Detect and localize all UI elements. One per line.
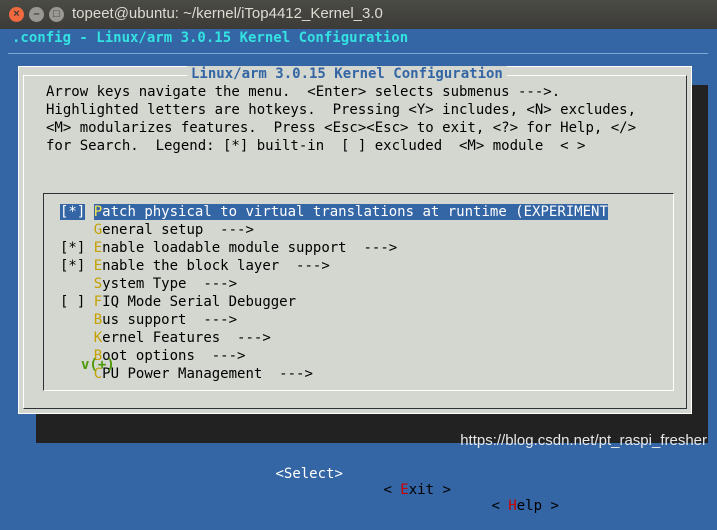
menu-item-label: FIQ Mode Serial Debugger: [94, 294, 296, 310]
menu-item-hotkey: P: [93, 204, 103, 220]
more-indicator: v(+): [81, 357, 115, 373]
button-bar: <Select> < Exit > < Help >: [19, 418, 559, 514]
menu-item-label: Boot options --->: [94, 348, 246, 364]
menu-item-gap: [85, 312, 93, 328]
menu-item[interactable]: [*] Patch physical to virtual translatio…: [60, 203, 608, 221]
menu-item-text: IQ Mode Serial Debugger: [102, 294, 297, 310]
help-line: <M> modularizes features. Press <Esc><Es…: [46, 120, 637, 136]
menu-item-hotkey: B: [93, 312, 103, 328]
menu-item-label: Enable the block layer --->: [94, 258, 330, 274]
menu-item-label: CPU Power Management --->: [94, 366, 313, 382]
help-line: Highlighted letters are hotkeys. Pressin…: [46, 102, 637, 118]
help-button[interactable]: < Help >: [424, 482, 559, 530]
menu-item[interactable]: Bus support --->: [60, 311, 237, 329]
help-button-hotkey: H: [508, 498, 517, 514]
menu-item-gap: [85, 258, 93, 274]
menu-item-text: nable loadable module support --->: [102, 240, 398, 256]
menu-item-text: atch physical to virtual translations at…: [102, 204, 608, 220]
menu-item-checkbox[interactable]: [ ]: [60, 294, 85, 310]
config-header: .config - Linux/arm 3.0.15 Kernel Config…: [12, 30, 409, 46]
menu-item[interactable]: [*] Enable loadable module support --->: [60, 239, 397, 257]
select-button-hotkey: S: [283, 466, 293, 482]
help-button-close: >: [542, 498, 559, 514]
help-line: Arrow keys navigate the menu. <Enter> se…: [46, 84, 561, 100]
menu-item-hotkey: S: [93, 276, 103, 292]
menu-item-hotkey: F: [93, 294, 103, 310]
menu-item-hotkey: E: [93, 258, 103, 274]
menu-item[interactable]: [ ] FIQ Mode Serial Debugger: [60, 293, 296, 311]
help-button-label: elp: [516, 498, 543, 514]
close-icon[interactable]: ×: [9, 7, 24, 22]
help-button-open: <: [491, 498, 509, 514]
menu-item-text: PU Power Management --->: [102, 366, 313, 382]
watermark: https://blog.csdn.net/pt_raspi_fresher: [460, 432, 707, 449]
menu-item-text: oot options --->: [102, 348, 246, 364]
menu-item-label: Patch physical to virtual translations a…: [93, 204, 608, 220]
menu-item-checkbox[interactable]: [60, 312, 85, 328]
dialog-title: Linux/arm 3.0.15 Kernel Configuration: [187, 66, 507, 82]
menu-item[interactable]: Kernel Features --->: [60, 329, 271, 347]
menu-item-text: eneral setup --->: [102, 222, 254, 238]
menu-item-text: nable the block layer --->: [102, 258, 330, 274]
menu-item-label: Kernel Features --->: [94, 330, 271, 346]
header-divider: [8, 53, 708, 54]
menu-item-checkbox[interactable]: [*]: [60, 258, 85, 274]
minimize-icon[interactable]: –: [29, 7, 44, 22]
menu-item-checkbox[interactable]: [*]: [60, 204, 86, 220]
menu-item-gap: [85, 330, 93, 346]
exit-button-open: <: [383, 482, 401, 498]
menu-item[interactable]: [*] Enable the block layer --->: [60, 257, 330, 275]
menu-item-gap: [85, 276, 93, 292]
maximize-icon[interactable]: □: [49, 7, 64, 22]
menu-item-hotkey: E: [93, 240, 103, 256]
menu-item-hotkey: G: [93, 222, 103, 238]
select-button-open: <: [275, 466, 284, 482]
window-title: topeet@ubuntu: ~/kernel/iTop4412_Kernel_…: [72, 5, 383, 22]
menu-item[interactable]: System Type --->: [60, 275, 237, 293]
menu-item-checkbox[interactable]: [60, 276, 85, 292]
menu-item-text: ystem Type --->: [102, 276, 238, 292]
menu-item-gap: [85, 204, 93, 220]
menu-item-gap: [85, 240, 93, 256]
window-titlebar: × – □ topeet@ubuntu: ~/kernel/iTop4412_K…: [0, 0, 717, 29]
menu-item-text: ernel Features --->: [102, 330, 271, 346]
menu-item-hotkey: K: [93, 330, 103, 346]
menu-item-label: Enable loadable module support --->: [94, 240, 397, 256]
help-line: for Search. Legend: [*] built-in [ ] exc…: [46, 138, 586, 154]
menu-item-checkbox[interactable]: [60, 222, 85, 238]
menu-item-checkbox[interactable]: [60, 330, 85, 346]
menu-item-gap: [85, 294, 93, 310]
menuconfig-dialog: Linux/arm 3.0.15 Kernel Configuration Ar…: [18, 66, 692, 514]
menu-item-label: System Type --->: [94, 276, 237, 292]
menu-item-label: Bus support --->: [94, 312, 237, 328]
terminal[interactable]: .config - Linux/arm 3.0.15 Kernel Config…: [0, 29, 717, 514]
menu-item-label: General setup --->: [94, 222, 254, 238]
menu-item-checkbox[interactable]: [*]: [60, 240, 85, 256]
menu-item[interactable]: General setup --->: [60, 221, 254, 239]
menu-item-text: us support --->: [102, 312, 238, 328]
menu-item-gap: [85, 222, 93, 238]
exit-button-hotkey: E: [400, 482, 409, 498]
